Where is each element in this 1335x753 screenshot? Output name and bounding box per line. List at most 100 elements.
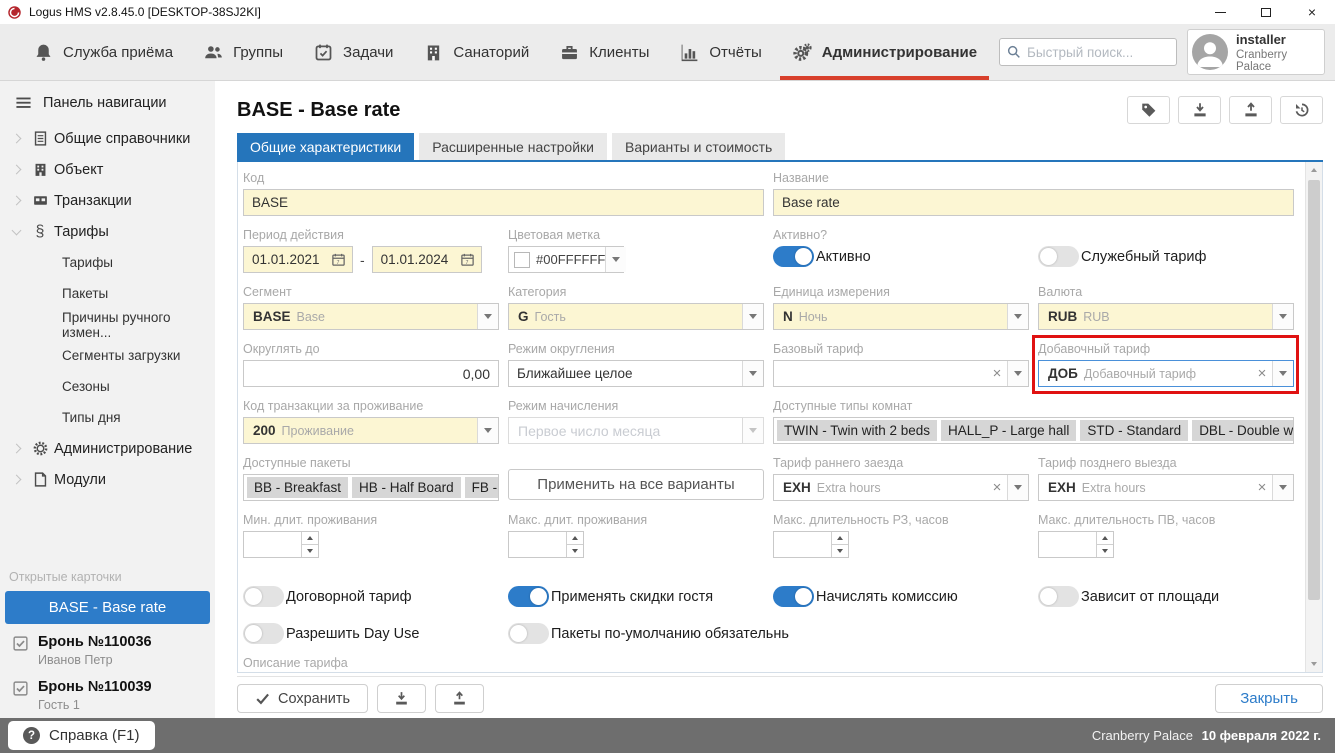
default-packages-toggle[interactable] bbox=[508, 623, 549, 644]
close-window-button[interactable]: × bbox=[1289, 0, 1335, 24]
open-card-booking-110039[interactable]: Бронь №110039 Гость 1 bbox=[0, 669, 215, 714]
export-button[interactable] bbox=[377, 684, 426, 713]
sidebar-item-packages[interactable]: Пакеты bbox=[0, 278, 215, 309]
spin-down-button[interactable] bbox=[567, 544, 583, 557]
late-checkout-combobox[interactable]: EXH Extra hours × bbox=[1038, 474, 1294, 501]
tab-variants-and-price[interactable]: Варианты и стоимость bbox=[612, 133, 785, 160]
dropdown-button[interactable] bbox=[1272, 361, 1293, 386]
package-chip[interactable]: FB - Full Boar bbox=[465, 477, 499, 498]
sidebar-item-object[interactable]: Объект bbox=[0, 154, 215, 185]
contract-rate-toggle[interactable] bbox=[243, 586, 284, 607]
dropdown-button[interactable] bbox=[1272, 475, 1293, 500]
package-chip[interactable]: BB - Breakfast bbox=[247, 477, 348, 498]
clear-icon[interactable]: × bbox=[1252, 361, 1272, 386]
spin-down-button[interactable] bbox=[302, 544, 318, 557]
day-use-toggle[interactable] bbox=[243, 623, 284, 644]
dropdown-button[interactable] bbox=[1007, 304, 1028, 329]
color-picker[interactable]: #00FFFFFF bbox=[508, 246, 624, 273]
sidebar-item-directories[interactable]: Общие справочники bbox=[0, 123, 215, 154]
open-card-base-rate[interactable]: BASE - Base rate bbox=[5, 591, 210, 624]
sidebar-item-rates[interactable]: § Тарифы bbox=[0, 216, 215, 247]
dropdown-button[interactable] bbox=[605, 247, 626, 272]
clear-icon[interactable]: × bbox=[987, 361, 1007, 386]
active-toggle[interactable] bbox=[773, 246, 814, 267]
area-dependent-toggle[interactable] bbox=[1038, 586, 1079, 607]
save-button[interactable]: Сохранить bbox=[237, 684, 368, 713]
period-to-input[interactable] bbox=[373, 252, 458, 267]
open-card-booking-110036[interactable]: Бронь №110036 Иванов Петр bbox=[0, 624, 215, 669]
nav-front-desk[interactable]: Служба приёма bbox=[18, 24, 188, 80]
clear-icon[interactable]: × bbox=[1252, 475, 1272, 500]
dropdown-button[interactable] bbox=[477, 304, 498, 329]
nav-panel-title[interactable]: Панель навигации bbox=[0, 81, 215, 123]
code-input[interactable] bbox=[244, 195, 763, 210]
segment-combobox[interactable]: BASE Base bbox=[243, 303, 499, 330]
round-mode-value[interactable] bbox=[509, 366, 742, 381]
minimize-button[interactable] bbox=[1197, 0, 1243, 24]
vertical-scrollbar[interactable] bbox=[1305, 162, 1322, 672]
sidebar-item-manual-change-reasons[interactable]: Причины ручного измен... bbox=[0, 309, 215, 340]
sidebar-item-load-segments[interactable]: Сегменты загрузки bbox=[0, 340, 215, 371]
sidebar-item-administration[interactable]: Администрирование bbox=[0, 433, 215, 464]
nav-clients[interactable]: Клиенты bbox=[544, 24, 664, 80]
service-rate-toggle[interactable] bbox=[1038, 246, 1079, 267]
room-type-chip[interactable]: HALL_P - Large hall bbox=[941, 420, 1076, 441]
packages-list[interactable]: BB - Breakfast HB - Half Board FB - Full… bbox=[243, 474, 499, 501]
round-mode-combobox[interactable] bbox=[508, 360, 764, 387]
room-type-chip[interactable]: DBL - Double with sing bbox=[1192, 420, 1294, 441]
apply-to-all-variants-button[interactable]: Применить на все варианты bbox=[508, 469, 764, 500]
room-type-chip[interactable]: STD - Standard bbox=[1080, 420, 1188, 441]
nav-tasks[interactable]: Задачи bbox=[298, 24, 408, 80]
max-early-hours-stepper[interactable] bbox=[773, 531, 849, 558]
dropdown-button[interactable] bbox=[742, 361, 763, 386]
dropdown-button[interactable] bbox=[742, 304, 763, 329]
nav-groups[interactable]: Группы bbox=[188, 24, 298, 80]
transaction-code-combobox[interactable]: 200 Проживание bbox=[243, 417, 499, 444]
nav-administration[interactable]: Администрирование bbox=[777, 24, 992, 80]
calendar-icon[interactable]: 7 bbox=[331, 252, 346, 267]
search-input[interactable] bbox=[1027, 45, 1157, 60]
tag-button[interactable] bbox=[1127, 96, 1170, 124]
scroll-up-arrow[interactable] bbox=[1306, 162, 1322, 178]
dropdown-button[interactable] bbox=[1007, 361, 1028, 386]
period-from-input[interactable] bbox=[244, 252, 329, 267]
unit-combobox[interactable]: N Ночь bbox=[773, 303, 1029, 330]
room-type-chip[interactable]: TWIN - Twin with 2 beds bbox=[777, 420, 937, 441]
max-stay-stepper[interactable] bbox=[508, 531, 584, 558]
round-to-input[interactable] bbox=[244, 366, 498, 382]
spin-up-button[interactable] bbox=[302, 532, 318, 544]
package-chip[interactable]: HB - Half Board bbox=[352, 477, 461, 498]
help-button[interactable]: ? Справка (F1) bbox=[8, 721, 155, 750]
additional-rate-combobox[interactable]: ДОБ Добавочный тариф × bbox=[1038, 360, 1294, 387]
import-button[interactable] bbox=[435, 684, 484, 713]
spin-up-button[interactable] bbox=[567, 532, 583, 544]
download-button[interactable] bbox=[1178, 96, 1221, 124]
dropdown-button[interactable] bbox=[477, 418, 498, 443]
sidebar-item-transactions[interactable]: Транзакции bbox=[0, 185, 215, 216]
nav-reports[interactable]: Отчёты bbox=[664, 24, 776, 80]
close-card-button[interactable]: Закрыть bbox=[1215, 684, 1323, 713]
spin-down-button[interactable] bbox=[1097, 544, 1113, 557]
history-button[interactable] bbox=[1280, 96, 1323, 124]
room-types-list[interactable]: TWIN - Twin with 2 beds HALL_P - Large h… bbox=[773, 417, 1294, 444]
sidebar-item-day-types[interactable]: Типы дня bbox=[0, 402, 215, 433]
category-combobox[interactable]: G Гость bbox=[508, 303, 764, 330]
sidebar-item-modules[interactable]: Модули bbox=[0, 464, 215, 495]
min-stay-stepper[interactable] bbox=[243, 531, 319, 558]
upload-button[interactable] bbox=[1229, 96, 1272, 124]
guest-discounts-toggle[interactable] bbox=[508, 586, 549, 607]
clear-icon[interactable]: × bbox=[987, 475, 1007, 500]
maximize-button[interactable] bbox=[1243, 0, 1289, 24]
dropdown-button[interactable] bbox=[1272, 304, 1293, 329]
calendar-icon[interactable]: 7 bbox=[460, 252, 475, 267]
base-rate-combobox[interactable]: × bbox=[773, 360, 1029, 387]
commission-toggle[interactable] bbox=[773, 586, 814, 607]
spin-up-button[interactable] bbox=[832, 532, 848, 544]
tab-general-characteristics[interactable]: Общие характеристики bbox=[237, 133, 414, 160]
spin-up-button[interactable] bbox=[1097, 532, 1113, 544]
early-checkin-combobox[interactable]: EXH Extra hours × bbox=[773, 474, 1029, 501]
spin-down-button[interactable] bbox=[832, 544, 848, 557]
scrollbar-thumb[interactable] bbox=[1308, 180, 1320, 600]
name-input[interactable] bbox=[774, 195, 1293, 210]
sidebar-item-rates-rates[interactable]: Тарифы bbox=[0, 247, 215, 278]
